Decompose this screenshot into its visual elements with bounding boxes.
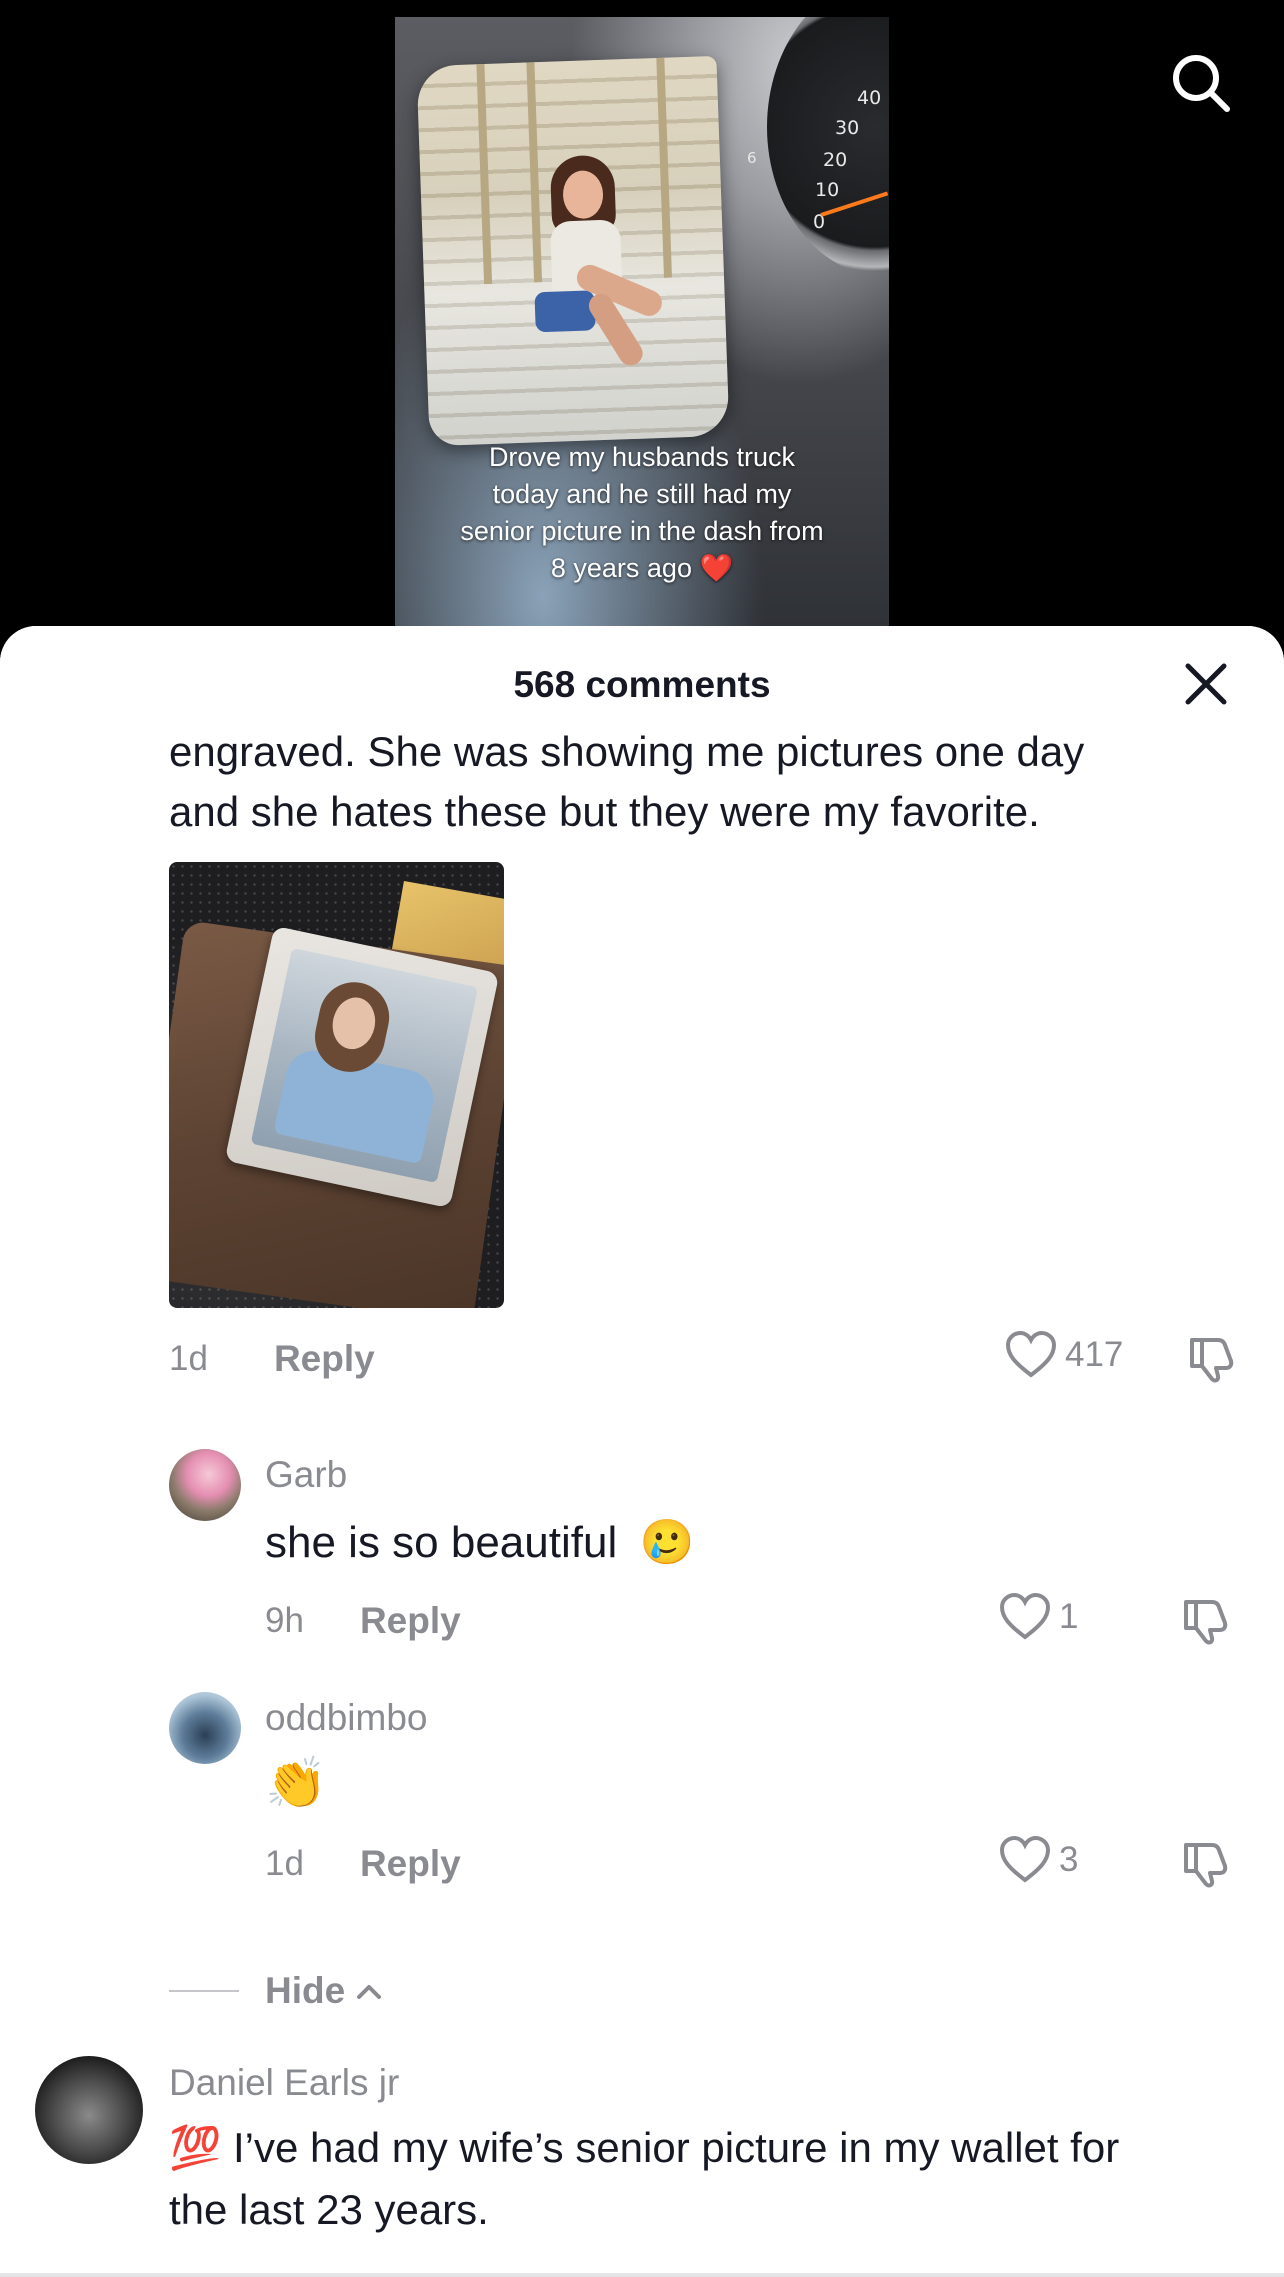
reply-comment-text: 👏 — [265, 1754, 327, 1813]
comment-text: she is so beautiful — [265, 1518, 618, 1567]
dislike-icon — [1184, 1843, 1228, 1888]
dislike-icon — [1190, 1338, 1234, 1383]
close-button[interactable] — [1178, 656, 1234, 712]
comments-count: 568 comments — [513, 664, 771, 705]
gauge-number: 10 — [815, 179, 840, 201]
gauge-number: 40 — [857, 87, 882, 109]
comment-meta-row: 1d Reply — [169, 1334, 375, 1384]
comment-text-line: the last 23 years. — [169, 2186, 489, 2233]
hide-replies-button[interactable]: Hide — [169, 1966, 385, 2016]
heart-outline-icon — [999, 1593, 1051, 1640]
clapping-hands-emoji: 👏 — [265, 1755, 328, 1811]
comment-attached-photo[interactable] — [169, 862, 504, 1308]
senior-photo-in-dash — [416, 55, 730, 447]
close-icon — [1185, 663, 1227, 705]
dislike-button[interactable] — [1180, 1839, 1232, 1894]
caption-line: 8 years ago — [550, 553, 692, 583]
wallet-photo-card — [224, 925, 500, 1209]
comment-time: 9h — [265, 1601, 304, 1640]
dislike-button[interactable] — [1186, 1334, 1238, 1389]
hundred-points-emoji: 💯 — [169, 2124, 222, 2171]
comment-username[interactable]: oddbimbo — [265, 1697, 428, 1739]
crying-smile-emoji: 🥲 — [639, 1518, 695, 1567]
sheet-header: 568 comments — [0, 626, 1284, 726]
reply-button[interactable]: Reply — [274, 1338, 375, 1380]
reply-button[interactable]: Reply — [360, 1600, 461, 1642]
comment-time: 1d — [169, 1339, 208, 1378]
comment-meta-row: 9h Reply — [265, 1596, 461, 1646]
comment-meta-row: 1d Reply — [265, 1839, 461, 1889]
like-count: 3 — [1059, 1840, 1079, 1879]
comment-username[interactable]: Garb — [265, 1454, 347, 1496]
like-button[interactable]: 3 — [999, 1836, 1078, 1884]
red-heart-emoji: ❤️ — [699, 553, 734, 583]
gauge-number: 20 — [823, 149, 848, 171]
caption-line: today and he still had my — [492, 479, 792, 509]
bottom-divider — [0, 2273, 1284, 2277]
video-area[interactable]: 40 30 20 10 0 6 Drove my husbands truck … — [0, 0, 1284, 640]
like-button[interactable]: 1 — [999, 1593, 1078, 1641]
heart-outline-icon — [999, 1836, 1051, 1883]
avatar[interactable] — [169, 1449, 241, 1521]
avatar[interactable] — [169, 1692, 241, 1764]
gauge-number: 30 — [835, 117, 860, 139]
dislike-icon — [1184, 1600, 1228, 1645]
heart-outline-icon — [1005, 1331, 1057, 1378]
search-button[interactable] — [1166, 48, 1236, 118]
video-frame[interactable]: 40 30 20 10 0 6 Drove my husbands truck … — [395, 17, 889, 627]
reply-comment-text: she is so beautiful 🥲 — [265, 1516, 694, 1568]
like-count: 417 — [1065, 1335, 1124, 1374]
like-button[interactable]: 417 — [1005, 1331, 1123, 1379]
search-icon — [1173, 55, 1230, 112]
comments-sheet[interactable]: engraved. She was showing me pictures on… — [0, 626, 1284, 2277]
caption-line: senior picture in the dash from — [460, 516, 824, 546]
comment-text-line: engraved. She was showing me pictures on… — [169, 728, 1085, 775]
like-count: 1 — [1059, 1597, 1079, 1636]
reply-button[interactable]: Reply — [360, 1843, 461, 1885]
avatar[interactable] — [35, 2056, 143, 2164]
chevron-up-icon — [357, 1985, 382, 1999]
divider-line — [169, 1990, 239, 1992]
video-caption: Drove my husbands truck today and he sti… — [395, 439, 889, 587]
comment-text: I’ve had my wife’s senior picture in my … — [232, 2124, 1120, 2171]
comment-text-line: 💯 I’ve had my wife’s senior picture in m… — [169, 2118, 1249, 2178]
gauge-number: 6 — [747, 149, 757, 167]
caption-line: Drove my husbands truck — [488, 442, 796, 472]
dislike-button[interactable] — [1180, 1596, 1232, 1651]
comment-username[interactable]: Daniel Earls jr — [169, 2062, 399, 2104]
comment-text-line: and she hates these but they were my fav… — [169, 788, 1040, 835]
hide-label: Hide — [265, 1970, 346, 2011]
comment-time: 1d — [265, 1844, 304, 1883]
